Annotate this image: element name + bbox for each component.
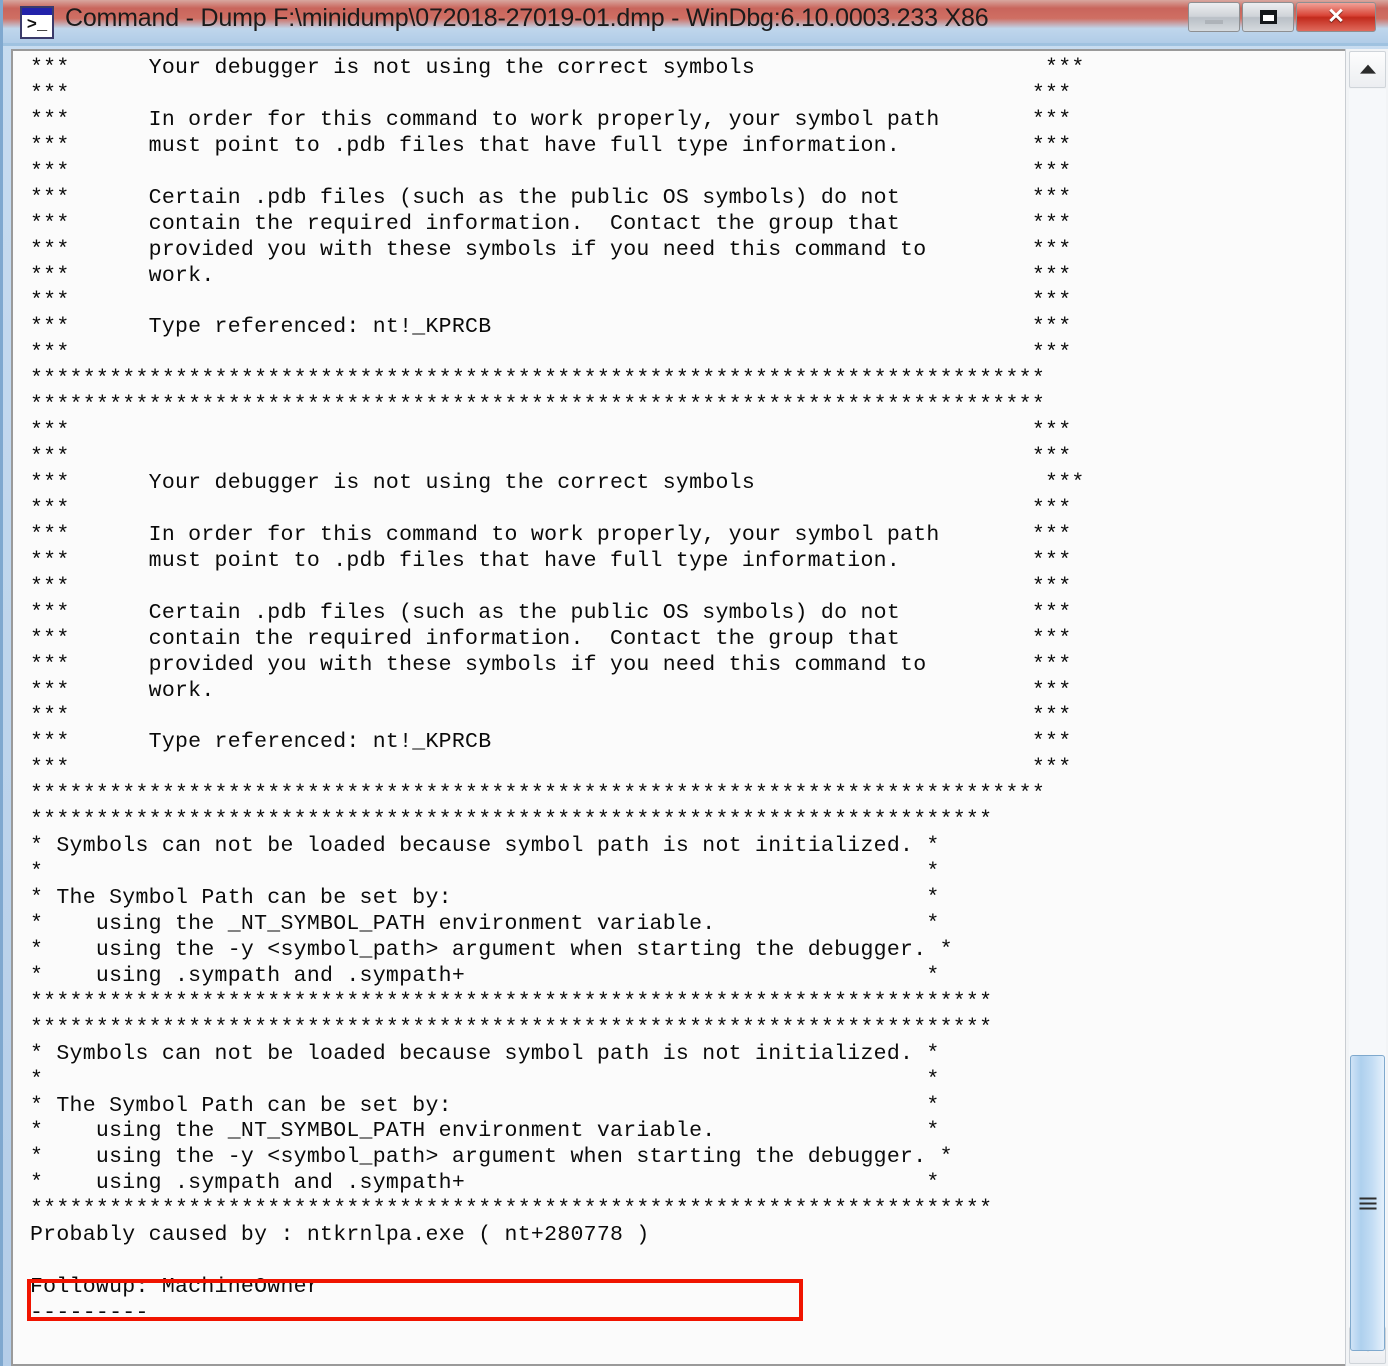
console-line: * * — [30, 860, 940, 885]
console-line: *** *** — [30, 419, 1072, 444]
command-output-pane[interactable]: *** Your debugger is not using the corre… — [11, 49, 1348, 1366]
console-line: * using .sympath and .sympath+ * — [30, 1171, 940, 1196]
console-prompt-icon: >_ — [20, 6, 54, 39]
console-line: * The Symbol Path can be set by: * — [30, 886, 940, 910]
minimize-button[interactable] — [1188, 2, 1240, 32]
console-line: *** provided you with these symbols if y… — [30, 652, 1072, 677]
minimize-icon — [1205, 20, 1223, 24]
console-line: *** work. *** — [30, 678, 1072, 703]
console-line: --------- — [30, 1301, 149, 1325]
console-line: ****************************************… — [30, 367, 1046, 392]
icon-prompt-glyph: >_ — [26, 16, 48, 35]
console-line: * using .sympath and .sympath+ * — [30, 963, 940, 988]
console-line: * Symbols can not be loaded because symb… — [30, 1041, 940, 1066]
close-icon: ✕ — [1327, 5, 1345, 28]
console-line: * using the -y <symbol_path> argument wh… — [30, 1145, 953, 1170]
console-line: *** contain the required information. Co… — [30, 211, 1072, 236]
console-line: * using the _NT_SYMBOL_PATH environment … — [30, 911, 940, 936]
console-line: ****************************************… — [30, 808, 993, 833]
windbg-window: >_ Command - Dump F:\minidump\072018-270… — [0, 0, 1388, 1366]
console-line: *** *** — [30, 496, 1072, 521]
console-line: *** Type referenced: nt!_KPRCB *** — [30, 315, 1072, 340]
console-line: Probably caused by : ntkrnlpa.exe ( nt+2… — [30, 1223, 650, 1248]
console-line: *** provided you with these symbols if y… — [30, 237, 1072, 262]
grip-icon — [1359, 1197, 1376, 1210]
restore-icon — [1260, 10, 1277, 24]
console-line: *** Certain .pdb files (such as the publ… — [30, 185, 1072, 210]
window-title: Command - Dump F:\minidump\072018-27019-… — [65, 4, 989, 32]
vertical-scrollbar[interactable] — [1345, 49, 1388, 1366]
scroll-up-button[interactable] — [1349, 51, 1386, 88]
console-line: ****************************************… — [30, 989, 993, 1014]
title-bar[interactable]: >_ Command - Dump F:\minidump\072018-270… — [3, 0, 1388, 46]
console-line: *** *** — [30, 756, 1072, 781]
console-line: ****************************************… — [30, 393, 1046, 418]
console-line: *** *** — [30, 704, 1072, 729]
console-line: *** must point to .pdb files that have f… — [30, 133, 1072, 158]
console-line: *** In order for this command to work pr… — [30, 522, 1072, 547]
console-line: * using the _NT_SYMBOL_PATH environment … — [30, 1119, 940, 1144]
console-line: * * — [30, 1067, 940, 1092]
console-line: * Symbols can not be loaded because symb… — [30, 834, 940, 859]
console-line: Followup: MachineOwner — [30, 1275, 321, 1300]
console-line: *** In order for this command to work pr… — [30, 107, 1072, 132]
console-line: *** work. *** — [30, 263, 1072, 288]
console-line: * using the -y <symbol_path> argument wh… — [30, 937, 953, 962]
console-line: *** Your debugger is not using the corre… — [30, 471, 1085, 495]
console-text: *** Your debugger is not using the corre… — [30, 56, 1348, 1364]
console-line: *** *** — [30, 341, 1072, 366]
console-line: *** *** — [30, 445, 1072, 470]
console-line: ****************************************… — [30, 782, 1046, 807]
console-line: *** *** — [30, 289, 1072, 314]
chevron-up-icon — [1359, 64, 1376, 74]
maximize-restore-button[interactable] — [1242, 2, 1294, 32]
close-button[interactable]: ✕ — [1296, 2, 1376, 32]
console-line: *** Type referenced: nt!_KPRCB *** — [30, 730, 1072, 755]
console-line: * The Symbol Path can be set by: * — [30, 1093, 940, 1118]
console-line: *** *** — [30, 159, 1072, 184]
icon-title-strip — [22, 8, 52, 15]
console-line: *** Your debugger is not using the corre… — [30, 56, 1085, 80]
console-line: *** contain the required information. Co… — [30, 626, 1072, 651]
console-line: ****************************************… — [30, 1015, 993, 1040]
console-line: *** *** — [30, 574, 1072, 599]
console-line: ****************************************… — [30, 1197, 993, 1222]
console-line: *** must point to .pdb files that have f… — [30, 548, 1072, 573]
scrollbar-thumb[interactable] — [1350, 1055, 1385, 1351]
console-line: *** *** — [30, 81, 1072, 106]
console-line: *** Certain .pdb files (such as the publ… — [30, 600, 1072, 625]
